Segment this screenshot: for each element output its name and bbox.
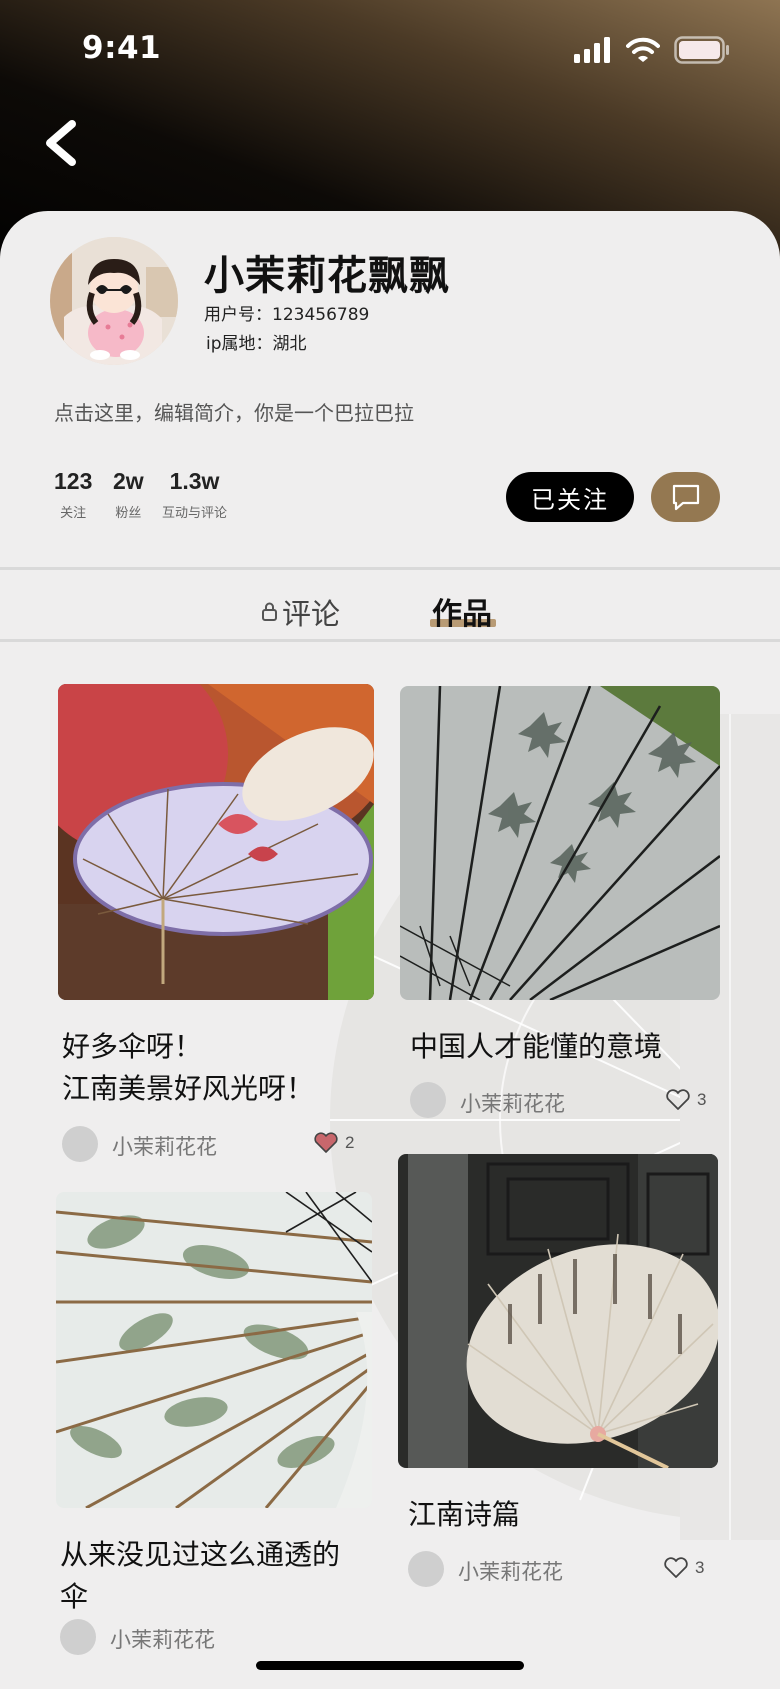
calligraphy-umbrella-photo	[398, 1154, 718, 1468]
stat-value: 123	[54, 468, 93, 494]
tab-works[interactable]: 作品	[432, 589, 492, 633]
heart-outline-icon	[664, 1557, 688, 1578]
tab-bar	[0, 567, 780, 642]
like-count: 3	[695, 1558, 705, 1577]
maple-leaf-umbrella-photo	[400, 686, 720, 1000]
cellular-signal-icon	[574, 37, 610, 63]
lock-icon	[262, 602, 277, 621]
author-name: 小茉莉花花	[460, 1092, 565, 1116]
wifi-icon	[626, 37, 660, 62]
author-avatar	[410, 1082, 446, 1118]
stat-value: 1.3w	[169, 468, 220, 494]
home-indicator[interactable]	[256, 1661, 524, 1670]
author-name: 小茉莉花花	[110, 1628, 215, 1652]
stat-followers[interactable]: 2w 粉丝	[113, 468, 144, 521]
umbrellas-photo	[58, 684, 374, 1000]
heart-filled-icon	[314, 1132, 338, 1153]
author-name: 小茉莉花花	[458, 1560, 563, 1584]
message-button[interactable]	[651, 472, 720, 522]
post-image[interactable]	[398, 1154, 718, 1468]
post-title[interactable]: 江南诗篇	[408, 1494, 520, 1536]
stat-label: 互动与评论	[162, 506, 228, 521]
stat-value: 2w	[113, 468, 144, 494]
chat-bubble-icon	[672, 484, 699, 511]
user-name: 小茉莉花飘飘	[204, 253, 450, 299]
follow-button[interactable]: 已关注	[506, 472, 634, 522]
author-avatar	[408, 1551, 444, 1587]
post-image[interactable]	[56, 1192, 372, 1508]
user-id: 用户号：123456789	[204, 305, 370, 325]
bio-text[interactable]: 点击这里，编辑简介，你是一个巴拉巴拉	[54, 397, 414, 426]
post-title[interactable]: 从来没见过这么通透的 伞	[60, 1534, 340, 1618]
post-image[interactable]	[58, 684, 374, 1000]
author-avatar	[60, 1619, 96, 1655]
post-image[interactable]	[400, 686, 720, 1000]
user-ip-location: ip属地：湖北	[206, 334, 307, 354]
author-avatar	[62, 1126, 98, 1162]
like-button[interactable]: 3	[665, 1089, 706, 1111]
chevron-left-icon	[46, 120, 76, 166]
post-title[interactable]: 好多伞呀！ 江南美景好风光呀！	[62, 1026, 314, 1110]
status-icons	[574, 36, 730, 64]
author-name: 小茉莉花花	[112, 1135, 217, 1159]
back-button[interactable]	[38, 118, 88, 168]
stat-following[interactable]: 123 关注	[54, 468, 92, 521]
like-count: 3	[697, 1090, 707, 1109]
avatar-illustration	[50, 237, 178, 365]
like-count: 2	[345, 1133, 355, 1152]
tab-comments-label: 评论	[282, 597, 341, 631]
status-bar: 9:41	[0, 0, 780, 100]
stat-interactions[interactable]: 1.3w 互动与评论	[162, 468, 227, 521]
stat-label: 关注	[60, 506, 87, 521]
battery-icon	[674, 36, 729, 64]
like-button[interactable]: 2	[313, 1132, 354, 1154]
stat-label: 粉丝	[115, 506, 142, 521]
translucent-umbrella-photo	[56, 1192, 372, 1508]
status-time: 9:41	[82, 30, 162, 66]
heart-outline-icon	[666, 1089, 690, 1110]
post-title[interactable]: 中国人才能懂的意境	[410, 1026, 662, 1068]
tab-comments[interactable]: 评论	[261, 591, 340, 633]
like-button[interactable]: 3	[663, 1557, 704, 1579]
avatar[interactable]	[50, 237, 178, 365]
